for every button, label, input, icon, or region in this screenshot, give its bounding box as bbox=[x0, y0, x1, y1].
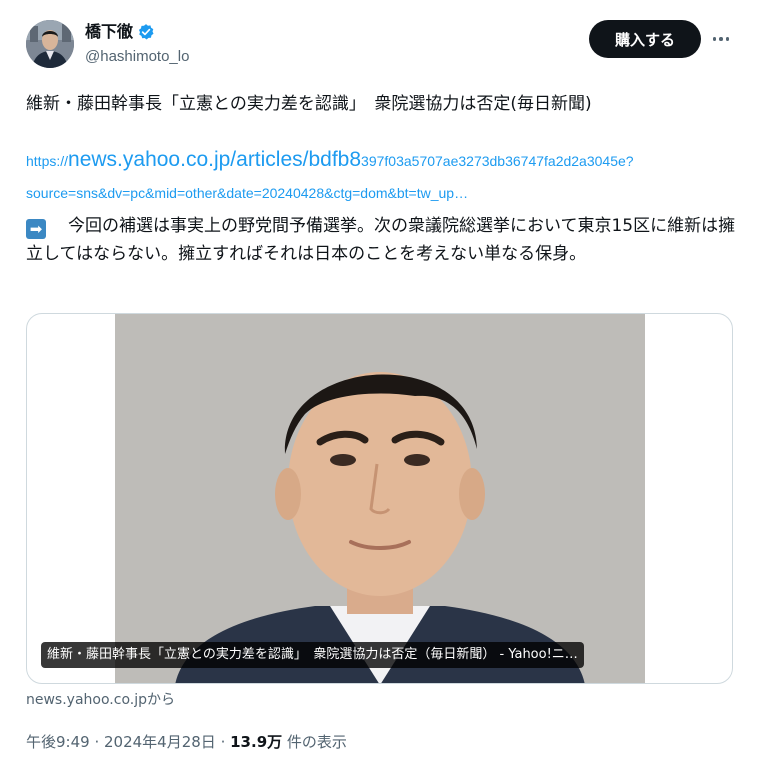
tweet-body: ➡ 今回の補選は事実上の野党間予備選挙。次の衆議院総選挙において東京15区に維新は… bbox=[26, 212, 738, 268]
buy-button[interactable]: 購入する bbox=[589, 20, 701, 58]
author-name-row[interactable]: 橋下徹 bbox=[85, 22, 189, 42]
tweet-body-text: 今回の補選は事実上の野党間予備選挙。次の衆議院総選挙において東京15区に維新は擁… bbox=[26, 216, 736, 264]
tweet-date[interactable]: 2024年4月28日 bbox=[104, 733, 216, 751]
right-arrow-icon: ➡ bbox=[26, 219, 46, 239]
link-card[interactable]: 維新・藤田幹事長「立憲との実力差を認識」 衆院選協力は否定（毎日新聞） - Ya… bbox=[26, 313, 733, 684]
dot bbox=[725, 37, 730, 41]
dot bbox=[719, 37, 723, 41]
view-label: 件の表示 bbox=[282, 733, 347, 751]
view-count[interactable]: 13.9万 bbox=[230, 733, 282, 751]
link-domain[interactable]: news.yahoo.co.jp/articles/bdfb8 bbox=[68, 148, 361, 171]
verified-badge-icon[interactable] bbox=[137, 23, 155, 41]
meta-separator: · bbox=[215, 733, 231, 751]
tweet-meta: 午後9:49 · 2024年4月28日 · 13.9万 件の表示 bbox=[26, 732, 347, 752]
card-caption[interactable]: 維新・藤田幹事長「立憲との実力差を認識」 衆院選協力は否定（毎日新聞） - Ya… bbox=[41, 642, 584, 668]
dot bbox=[712, 37, 717, 41]
tweet-header: 橋下徹 @hashimoto_lo 購入する bbox=[26, 18, 738, 74]
author-info: 橋下徹 @hashimoto_lo bbox=[85, 22, 189, 68]
author-handle[interactable]: @hashimoto_lo bbox=[85, 46, 189, 68]
tweet-time[interactable]: 午後9:49 bbox=[26, 733, 90, 751]
article-link[interactable]: https://news.yahoo.co.jp/articles/bdfb83… bbox=[26, 148, 738, 172]
author-name[interactable]: 橋下徹 bbox=[85, 22, 133, 42]
card-photo[interactable] bbox=[115, 314, 645, 684]
meta-separator: · bbox=[89, 733, 104, 751]
more-dots-icon[interactable] bbox=[710, 28, 732, 50]
link-rest[interactable]: 397f03a5707ae3273db36747fa2d2a3045e? bbox=[361, 153, 634, 169]
link-prefix[interactable]: https:// bbox=[26, 153, 68, 169]
article-link-continued[interactable]: source=sns&dv=pc&mid=other&date=20240428… bbox=[26, 185, 738, 201]
author-avatar[interactable] bbox=[26, 20, 74, 68]
card-source[interactable]: news.yahoo.co.jpから bbox=[26, 690, 175, 710]
tweet-headline: 維新・藤田幹事長「立憲との実力差を認識」 衆院選協力は否定(毎日新聞) bbox=[26, 94, 592, 114]
